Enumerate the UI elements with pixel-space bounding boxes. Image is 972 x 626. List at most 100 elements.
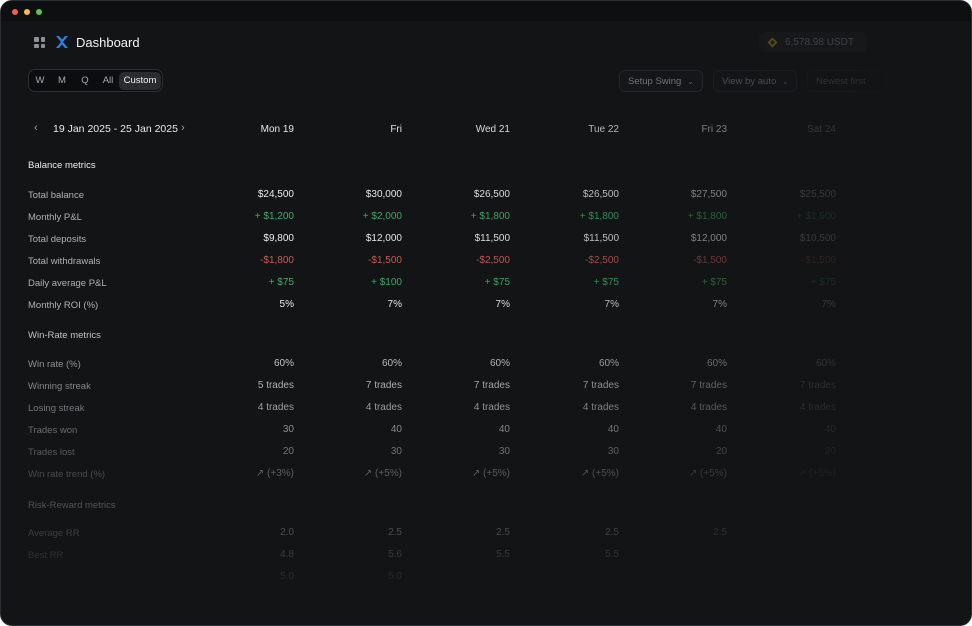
table-cell: ↗ (+5%) — [580, 468, 619, 479]
row-label: Monthly P&L — [28, 212, 82, 223]
table-cell: 60% — [381, 358, 402, 369]
sort-dropdown-label: Newest first — [816, 76, 866, 87]
table-cell: 30 — [607, 446, 619, 457]
row-label: Win rate (%) — [28, 359, 81, 370]
table-cell: 40 — [607, 424, 619, 435]
table-cell: -$1,500 — [802, 255, 836, 266]
table-cell: 4 trades — [257, 402, 294, 413]
apps-grid-icon[interactable] — [34, 37, 45, 48]
table-cell: 2.5 — [605, 527, 619, 538]
table-cell: 5.0 — [280, 571, 294, 582]
setup-dropdown[interactable]: Setup Swing ⌄ — [619, 70, 703, 92]
view-dropdown[interactable]: View by auto ⌄ — [713, 70, 797, 92]
table-cell: 20 — [824, 446, 836, 457]
minimize-window-button[interactable] — [24, 9, 30, 15]
row-label: Winning streak — [28, 381, 91, 392]
row-label: Total balance — [28, 190, 84, 201]
table-cell: + $1,200 — [254, 211, 294, 222]
app-logo-icon — [56, 36, 68, 48]
table-cell: 5% — [279, 299, 294, 310]
table-cell: + $1,800 — [687, 211, 727, 222]
table-cell: 40 — [498, 424, 510, 435]
row-label: Trades won — [28, 425, 78, 436]
table-cell: + $75 — [484, 277, 510, 288]
table-cell: $11,500 — [583, 233, 619, 244]
maximize-window-button[interactable] — [36, 9, 42, 15]
table-cell: 20 — [282, 446, 294, 457]
table-cell: 30 — [390, 446, 402, 457]
table-cell: -$1,500 — [368, 255, 402, 266]
section-title: Win-Rate metrics — [28, 330, 101, 341]
period-selector: W M Q All Custom — [28, 69, 163, 92]
right-fade-overlay — [741, 61, 971, 625]
table-cell: 4 trades — [690, 402, 727, 413]
table-cell: -$1,500 — [693, 255, 727, 266]
tab-all[interactable]: All — [98, 74, 118, 88]
table-cell: 30 — [498, 446, 510, 457]
table-cell: $12,000 — [365, 233, 402, 244]
table-cell: 2.0 — [280, 527, 294, 538]
table-cell: ↗ (+5%) — [797, 468, 836, 479]
chevron-down-icon: ⌄ — [687, 77, 694, 86]
row-label: Losing streak — [28, 403, 85, 414]
table-cell: 5.0 — [388, 571, 402, 582]
tab-custom[interactable]: Custom — [119, 72, 161, 90]
table-cell: 2.5 — [496, 527, 510, 538]
row-label: Monthly ROI (%) — [28, 300, 99, 311]
table-cell: 7% — [495, 299, 510, 310]
app-window: Dashboard 6,578.98 USDT W M Q All Custom… — [0, 0, 972, 626]
table-cell: 7 trades — [473, 380, 510, 391]
table-cell: $11,500 — [474, 233, 510, 244]
table-cell: 5.6 — [388, 549, 402, 560]
date-range-label: 19 Jan 2025 - 25 Jan 2025 — [53, 123, 178, 135]
table-cell: + $75 — [268, 277, 294, 288]
close-window-button[interactable] — [12, 9, 18, 15]
table-cell: $9,800 — [263, 233, 294, 244]
table-cell: 4 trades — [473, 402, 510, 413]
table-cell: 4 trades — [799, 402, 836, 413]
coin-icon — [767, 37, 778, 48]
table-cell: 30 — [282, 424, 294, 435]
table-cell: ↗ (+5%) — [471, 468, 510, 479]
table-cell: + $1,500 — [796, 211, 836, 222]
table-cell: 4.8 — [280, 549, 294, 560]
table-cell: $25,500 — [799, 189, 836, 200]
table-cell: 60% — [815, 358, 836, 369]
table-cell: 7% — [387, 299, 402, 310]
table-cell: ↗ (+5%) — [688, 468, 727, 479]
row-label: Total deposits — [28, 234, 87, 245]
table-cell: 2.5 — [713, 527, 727, 538]
table-cell: + $75 — [701, 277, 727, 288]
table-cell: $27,500 — [690, 189, 727, 200]
section-title: Risk-Reward metrics — [28, 500, 116, 511]
table-cell: ↗ (+3%) — [255, 468, 294, 479]
titlebar — [1, 1, 971, 21]
row-label: Trades lost — [28, 447, 75, 458]
column-header: Mon 19 — [260, 124, 294, 135]
column-header: Tue 22 — [588, 124, 619, 135]
table-cell: 60% — [706, 358, 727, 369]
tab-quarter[interactable]: Q — [78, 74, 92, 88]
table-cell: -$2,500 — [585, 255, 619, 266]
table-cell: 40 — [824, 424, 836, 435]
column-header: Sat 24 — [807, 124, 836, 135]
row-label: Average RR — [28, 528, 80, 539]
section-title: Balance metrics — [28, 160, 96, 171]
table-cell: $10,500 — [799, 233, 836, 244]
next-week-icon[interactable]: › — [181, 122, 185, 134]
wallet-balance-value: 6,578.98 USDT — [785, 37, 854, 48]
table-cell: 7% — [604, 299, 619, 310]
sort-dropdown[interactable]: Newest first — [807, 70, 887, 92]
table-cell: $26,500 — [473, 189, 510, 200]
table-cell: $12,000 — [690, 233, 727, 244]
previous-week-icon[interactable]: ‹ — [34, 122, 38, 134]
tab-month[interactable]: M — [55, 74, 69, 88]
tab-week[interactable]: W — [33, 74, 47, 88]
column-header: Wed 21 — [475, 124, 510, 135]
table-cell: $26,500 — [582, 189, 619, 200]
chevron-down-icon: ⌄ — [782, 77, 789, 86]
table-cell: + $2,000 — [362, 211, 402, 222]
view-dropdown-label: View by auto — [722, 76, 777, 87]
table-cell: 20 — [715, 446, 727, 457]
page-title: Dashboard — [76, 35, 140, 50]
